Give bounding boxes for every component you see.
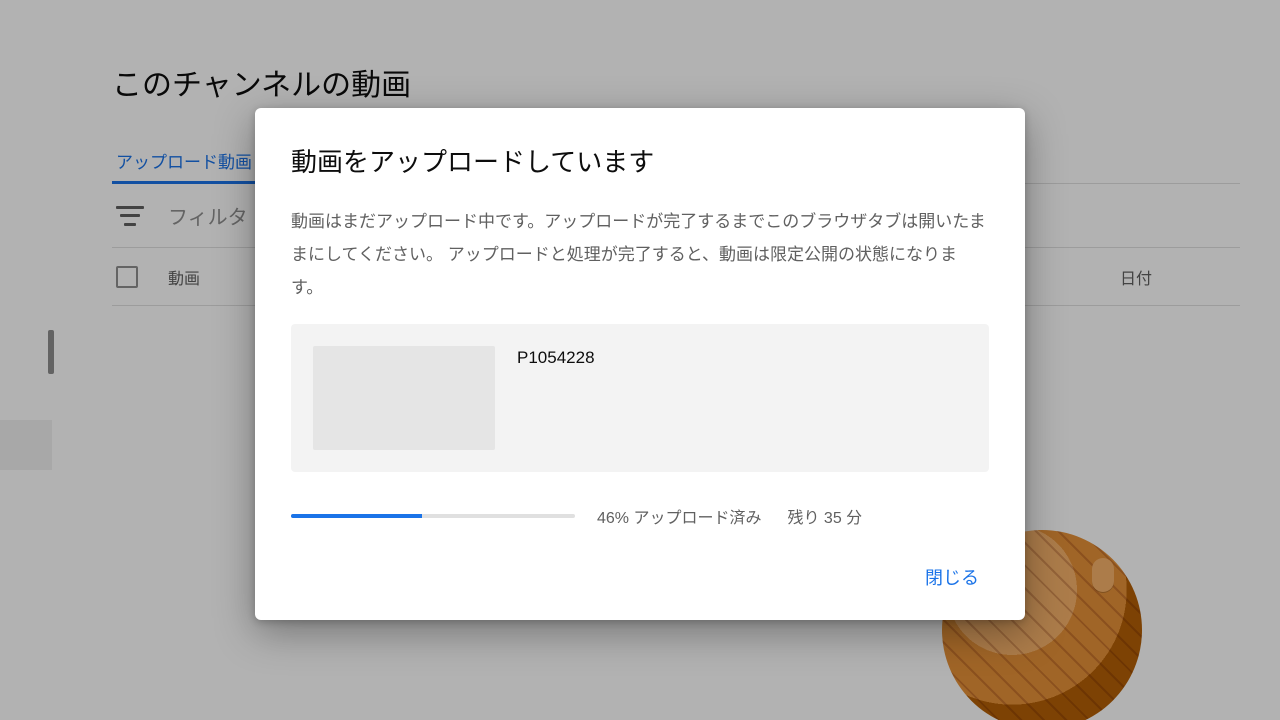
upload-progress-bar bbox=[291, 514, 575, 518]
progress-row: 46% アップロード済み 残り 35 分 bbox=[291, 504, 989, 528]
uploading-file-name: P1054228 bbox=[517, 348, 595, 368]
upload-progress-dialog: 動画をアップロードしています 動画はまだアップロード中です。アップロードが完了す… bbox=[255, 108, 1025, 620]
uploading-file-card: P1054228 bbox=[291, 324, 989, 472]
dialog-actions: 閉じる bbox=[291, 556, 989, 598]
upload-remaining-label: 残り 35 分 bbox=[787, 504, 862, 528]
upload-progress-fill bbox=[291, 514, 422, 518]
close-button[interactable]: 閉じる bbox=[915, 556, 989, 598]
modal-overlay: 動画をアップロードしています 動画はまだアップロード中です。アップロードが完了す… bbox=[0, 0, 1280, 720]
dialog-title: 動画をアップロードしています bbox=[291, 142, 989, 179]
dialog-description: 動画はまだアップロード中です。アップロードが完了するまでこのブラウザタブは開いた… bbox=[291, 205, 989, 304]
upload-progress-label: 46% アップロード済み bbox=[597, 504, 761, 528]
video-thumbnail-placeholder bbox=[313, 346, 495, 450]
